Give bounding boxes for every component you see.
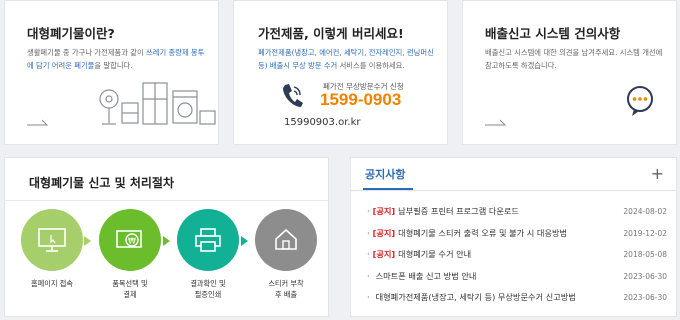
divider (351, 190, 676, 191)
step-2-circle: ₩ (99, 209, 161, 271)
card-description: 생활폐기물 중 가구나 가전제품과 같이 쓰레기 종량제 봉투에 담기 어려운 … (27, 48, 205, 70)
notice-date: 2019-12-02 (623, 228, 667, 238)
divider (5, 200, 328, 201)
notice-item[interactable]: · [공지] 대형폐기물 스티커 출력 오류 및 불가 시 대응방법 2019-12-… (367, 223, 667, 245)
chat-bubble-icon (627, 86, 653, 116)
card-description: 폐가전제품(냉장고, 에어컨, 세탁기, 전자레인지, 런닝머신 등) 배출시 … (258, 48, 434, 70)
card-description: 배출신고 시스템에 대한 의견을 남겨주세요. 시스템 개선에 참고하도록 하겠… (485, 48, 663, 70)
card-title: 가전제품, 이렇게 버리세요! (258, 26, 404, 41)
step-4-circle (255, 209, 317, 271)
arrow-right-icon[interactable] (485, 118, 507, 126)
step-1-circle (21, 209, 83, 271)
step-connector (241, 236, 248, 246)
notice-item[interactable]: · [공지] 대형폐기물 수거 안내 2018-05-08 (367, 244, 667, 266)
procedure-title: 대형폐기물 신고 및 처리절차 (29, 176, 175, 190)
won-payment-icon: ₩ (116, 230, 142, 248)
more-plus-icon[interactable]: + (651, 166, 664, 182)
furniture-illustration-icon (99, 82, 216, 125)
notice-item[interactable]: · 스마트폰 배출 신고 방법 안내 2023-06-30 (367, 266, 667, 288)
step-2-label: 품목선택 및 결제 (112, 279, 148, 299)
card-appliance-disposal[interactable]: 가전제품, 이렇게 버리세요! 폐가전제품(냉장고, 에어컨, 세탁기, 전자레… (233, 0, 448, 145)
card-title: 배출신고 시스템 건의사항 (485, 26, 621, 41)
card-suggestion[interactable]: 배출신고 시스템 건의사항 배출신고 시스템에 대한 의견을 남겨주세요. 시스… (462, 0, 677, 145)
notice-date: 2023-06-30 (623, 271, 667, 281)
notice-item[interactable]: · 대형폐가전제품(냉장고, 세탁기 등) 무상방문수거 신고방법 2023-06-… (367, 287, 667, 309)
step-1-label: 홈페이지 접속 (31, 279, 73, 288)
step-connector (84, 236, 91, 246)
step-3-label: 결과확인 및 필증인쇄 (190, 279, 226, 299)
step-4-label: 스티커 부착 후 배출 (268, 279, 304, 299)
card-title: 대형폐기물이란? (27, 26, 115, 41)
procedure-panel: 대형폐기물 신고 및 처리절차 ₩ 홈페이지 접속 품목선택 및 결제 결과확인 … (4, 157, 329, 317)
monitor-icon (38, 228, 66, 252)
tab-notices[interactable]: 공지사항 (365, 166, 405, 182)
step-3-circle (177, 209, 239, 271)
notice-list: · [공지] 납부필증 프린터 프로그램 다운로드 2024-08-02 · [공지] 대… (367, 201, 667, 309)
svg-text:₩: ₩ (128, 237, 136, 246)
notice-date: 2018-05-08 (623, 250, 667, 259)
procedure-steps: ₩ 홈페이지 접속 품목선택 및 결제 결과확인 및 필증인쇄 스티커 부착 후 배출 (17, 206, 317, 316)
notice-date: 2024-08-02 (623, 207, 667, 216)
step-connector (163, 236, 170, 246)
notice-date: 2023-06-30 (623, 293, 667, 302)
house-hand-icon (275, 228, 297, 250)
notice-item[interactable]: · [공지] 납부필증 프린터 프로그램 다운로드 2024-08-02 (367, 201, 667, 223)
arrow-right-icon[interactable] (27, 118, 49, 126)
card-what-is-bulky-waste[interactable]: 대형폐기물이란? 생활폐기물 중 가구나 가전제품과 같이 쓰레기 종량제 봉투… (4, 0, 219, 145)
notice-panel: 공지사항 + · [공지] 납부필증 프린터 프로그램 다운로드 2024-08-02… (350, 157, 677, 317)
phone-icon (283, 84, 303, 107)
hotline-number[interactable]: 1599-0903 (320, 90, 401, 110)
website-link[interactable]: 15990903.or.kr (284, 117, 360, 128)
printer-icon (195, 228, 221, 252)
